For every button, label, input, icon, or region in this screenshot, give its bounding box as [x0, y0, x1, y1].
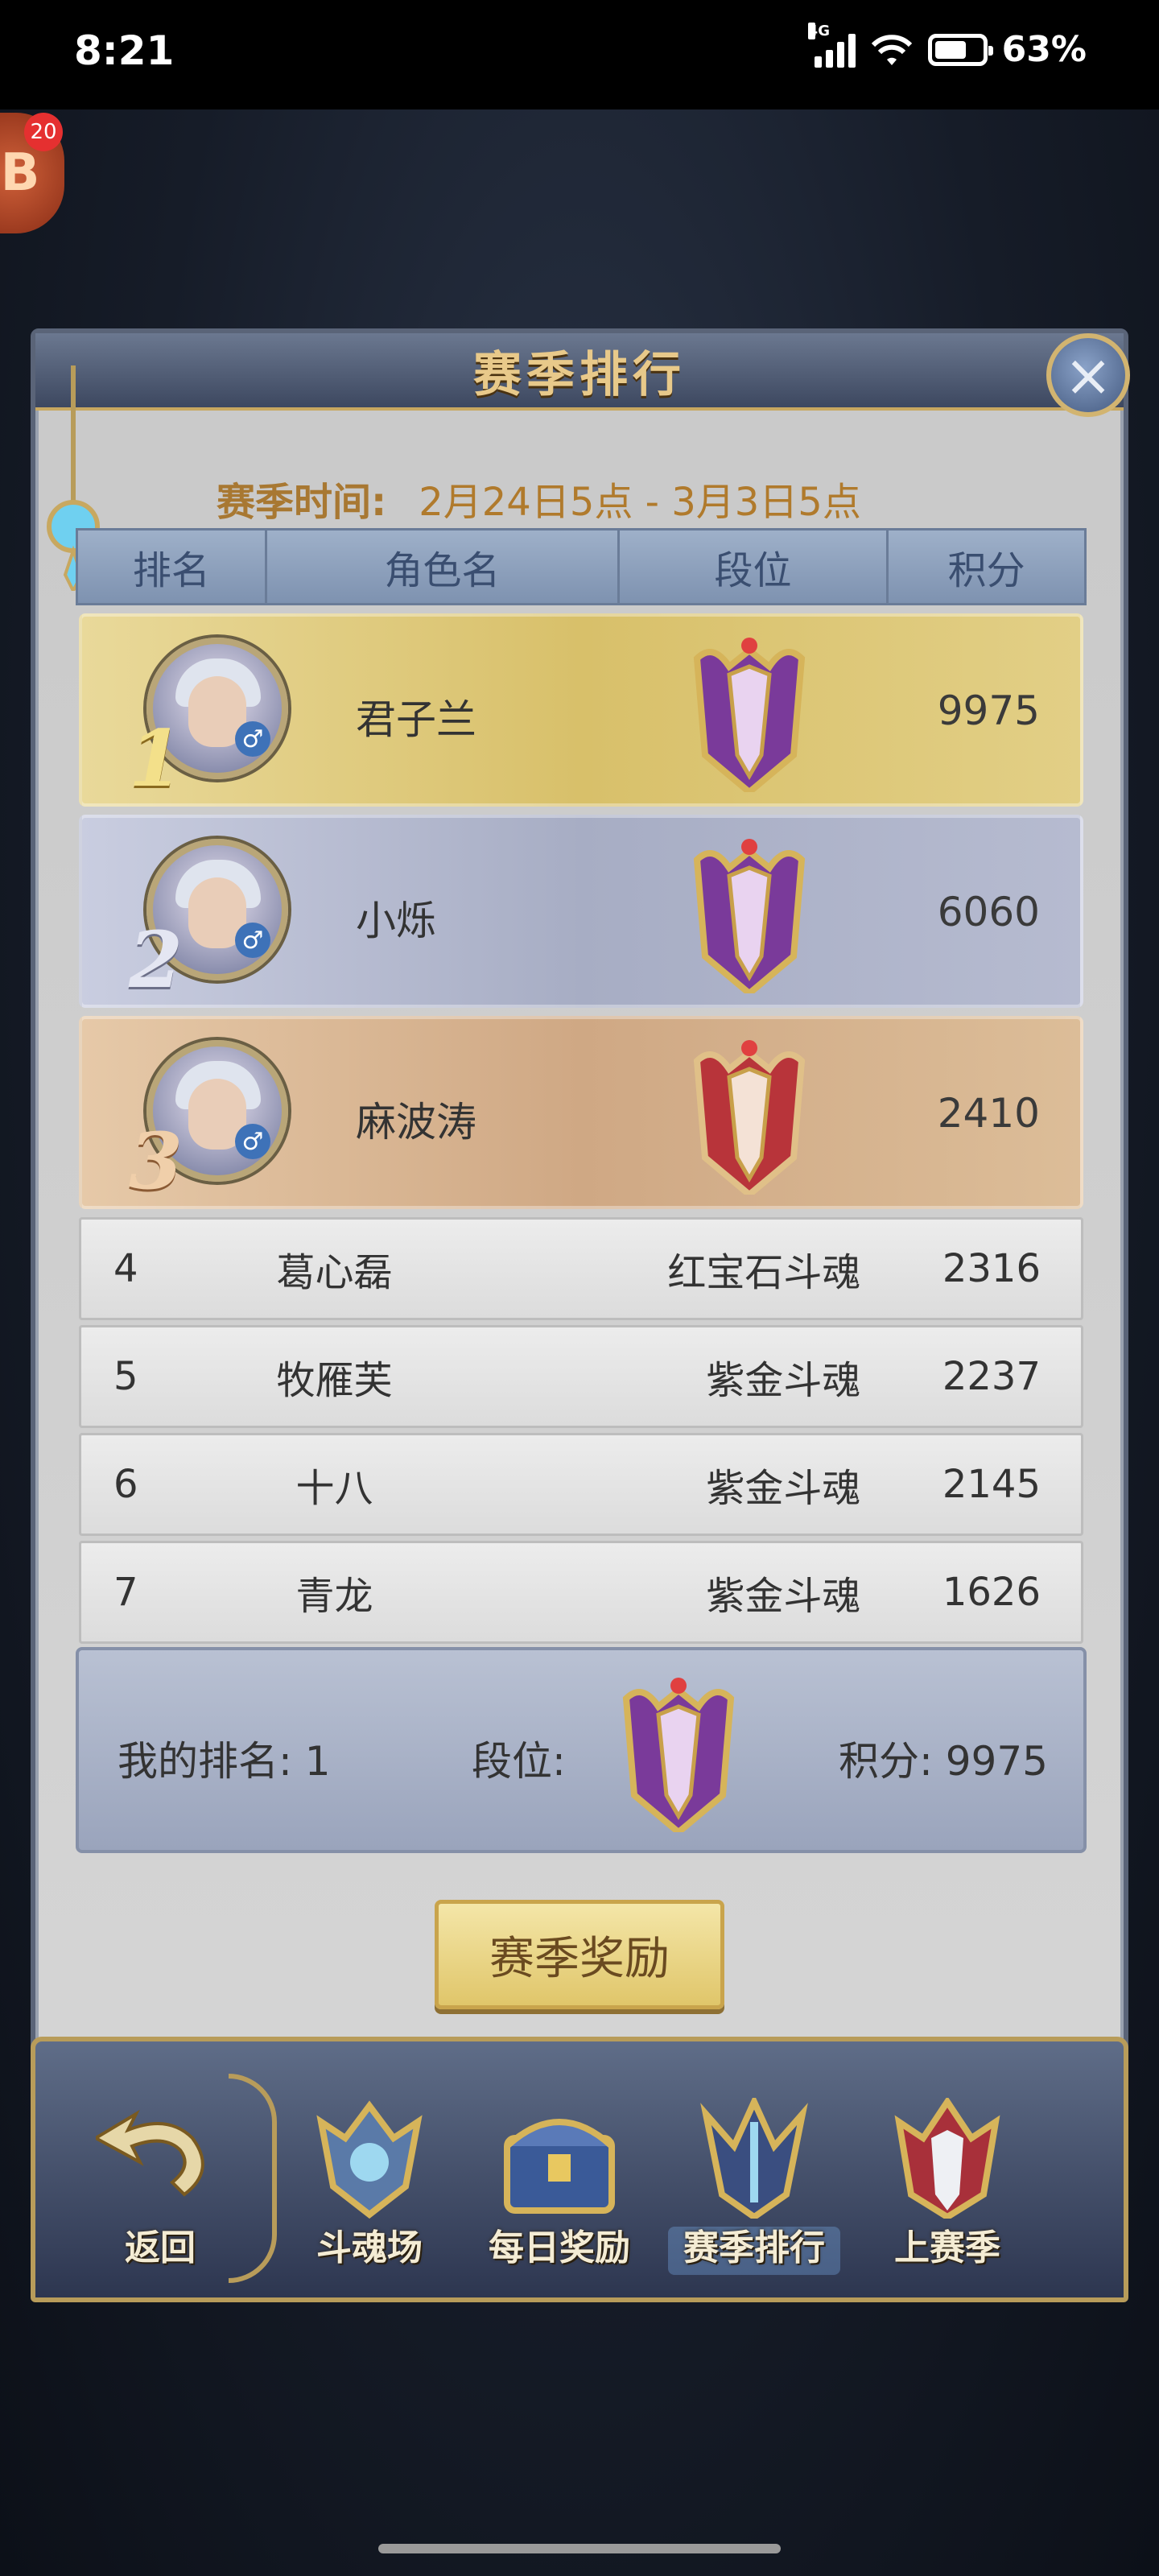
row-name: 十八 — [295, 1466, 373, 1511]
status-time: 8:21 — [74, 27, 175, 74]
header-rank: 排名 — [78, 530, 267, 603]
row-tier: 紫金斗魂 — [706, 1358, 861, 1403]
last-season-emblem-icon — [894, 2098, 1000, 2219]
table-row[interactable]: 6 十八 紫金斗魂 2145 — [79, 1433, 1083, 1536]
nav-label: 上赛季 — [894, 2227, 1000, 2268]
season-time-range: 2月24日5点 - 3月3日5点 — [419, 480, 861, 525]
close-button[interactable]: × — [1046, 333, 1130, 417]
row-score: 2316 — [942, 1246, 1041, 1291]
home-indicator[interactable] — [378, 2544, 781, 2553]
wifi-icon — [871, 34, 912, 65]
table-row-top-2[interactable]: ♂ 2 小烁 6060 — [79, 815, 1083, 1008]
row-name: 牧雁芙 — [276, 1358, 393, 1403]
player-score: 6060 — [937, 889, 1040, 935]
rank-number: 1 — [129, 713, 183, 804]
table-row[interactable]: 5 牧雁芙 紫金斗魂 2237 — [79, 1325, 1083, 1428]
nav-label: 斗魂场 — [316, 2227, 423, 2268]
cellular-signal-icon: 4G — [807, 22, 856, 68]
back-arrow-icon — [96, 2109, 204, 2197]
season-time-label: 赛季时间: — [217, 480, 387, 525]
row-name: 青龙 — [295, 1574, 373, 1619]
my-rank-text: 我的排名: 1 — [118, 1738, 331, 1785]
rank-number: 3 — [129, 1116, 183, 1207]
player-name: 君子兰 — [356, 696, 476, 743]
back-button[interactable]: 返回 — [68, 2098, 253, 2283]
my-tier-label: 段位: — [472, 1738, 566, 1785]
season-time: 赛季时间: 2月24日5点 - 3月3日5点 — [217, 470, 861, 526]
table-row[interactable]: 4 葛心磊 红宝石斗魂 2316 — [79, 1217, 1083, 1320]
header-score: 积分 — [947, 548, 1025, 593]
row-rank: 6 — [113, 1462, 138, 1507]
row-rank: 4 — [113, 1246, 138, 1291]
purple-gold-emblem-icon — [693, 638, 806, 792]
player-name: 小烁 — [356, 898, 436, 944]
player-score: 9975 — [937, 687, 1040, 734]
header-name: 角色名 — [267, 530, 620, 603]
male-icon: ♂ — [235, 1124, 270, 1159]
nav-divider — [229, 2074, 277, 2283]
floating-ball-letter: B — [0, 143, 40, 203]
back-label: 返回 — [125, 2227, 196, 2268]
nav-item-arena[interactable]: 斗魂场 — [277, 2098, 462, 2283]
my-score-text: 积分: 9975 — [839, 1738, 1048, 1785]
male-icon: ♂ — [235, 923, 270, 958]
trident-emblem-icon — [700, 2098, 808, 2219]
notification-badge: 20 — [24, 113, 63, 151]
table-row-top-1[interactable]: ♂ 1 君子兰 9975 — [79, 613, 1083, 807]
battery-icon — [927, 33, 993, 66]
nav-item-last-season[interactable]: 上赛季 — [855, 2098, 1040, 2283]
row-name: 葛心磊 — [276, 1250, 393, 1295]
row-tier: 紫金斗魂 — [706, 1466, 861, 1511]
table-row-top-3[interactable]: ♂ 3 麻波涛 2410 — [79, 1016, 1083, 1209]
my-rank-panel: 我的排名: 1 段位: 积分: 9975 — [76, 1647, 1087, 1853]
treasure-chest-icon — [504, 2119, 615, 2214]
rank-number: 2 — [129, 914, 183, 1005]
close-icon: × — [1063, 341, 1113, 409]
season-ranking-dialog: 赛季排行 × 赛季时间: 2月24日5点 - 3月3日5点 排名 角色名 段位 … — [31, 328, 1130, 2301]
dialog-titlebar: 赛季排行 — [35, 333, 1124, 411]
player-score: 2410 — [937, 1090, 1040, 1137]
network-type: 4G — [807, 22, 830, 39]
nav-label: 每日奖励 — [489, 2227, 630, 2268]
status-bar: 8:21 4G 63% — [0, 0, 1159, 109]
table-row[interactable]: 7 青龙 紫金斗魂 1626 — [79, 1541, 1083, 1644]
dialog-title: 赛季排行 — [473, 346, 686, 403]
row-score: 1626 — [942, 1570, 1041, 1615]
row-score: 2145 — [942, 1462, 1041, 1507]
row-tier: 红宝石斗魂 — [667, 1250, 861, 1295]
battery-percent: 63% — [1001, 29, 1087, 70]
row-tier: 紫金斗魂 — [706, 1574, 861, 1619]
nav-item-season-ranking[interactable]: 赛季排行 — [662, 2098, 847, 2283]
purple-gold-emblem-icon — [693, 839, 806, 993]
season-reward-button[interactable]: 赛季奖励 — [435, 1900, 724, 2009]
nav-label: 赛季排行 — [683, 2227, 825, 2268]
row-score: 2237 — [942, 1354, 1041, 1399]
table-header: 排名 角色名 段位 积分 — [76, 528, 1087, 605]
row-rank: 7 — [113, 1570, 138, 1615]
nav-item-daily-reward[interactable]: 每日奖励 — [467, 2098, 652, 2283]
ruby-emblem-icon — [693, 1040, 806, 1195]
player-name: 麻波涛 — [356, 1099, 476, 1146]
battery-level — [934, 40, 966, 59]
header-tier: 段位 — [620, 530, 889, 603]
male-icon: ♂ — [235, 721, 270, 757]
arena-emblem-icon — [316, 2100, 423, 2219]
row-rank: 5 — [113, 1354, 138, 1399]
bottom-nav: 返回 斗魂场 每日奖励 赛季排行 上赛季 — [31, 2037, 1128, 2302]
purple-gold-emblem-icon — [622, 1678, 735, 1832]
status-icons: 4G 63% — [807, 22, 1087, 70]
